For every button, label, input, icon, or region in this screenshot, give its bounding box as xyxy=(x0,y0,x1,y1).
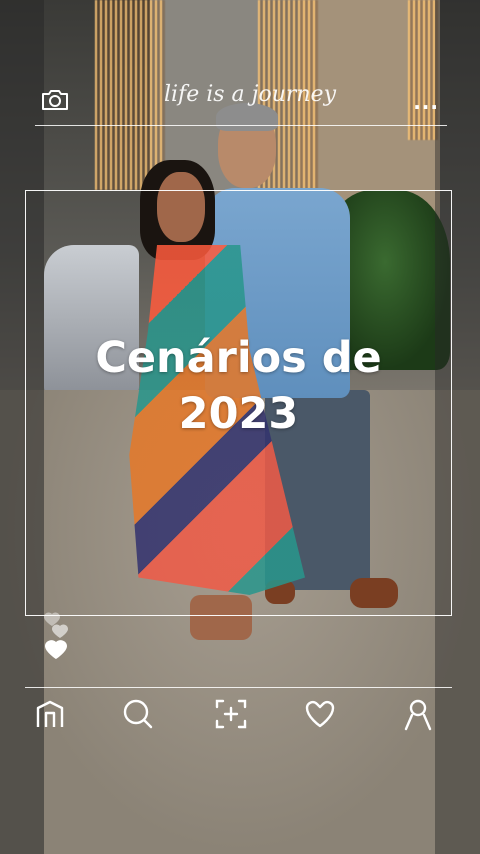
bottom-divider xyxy=(25,687,452,688)
bottom-nav xyxy=(25,697,452,737)
home-icon[interactable] xyxy=(33,697,67,731)
add-post-icon[interactable] xyxy=(214,697,248,731)
heart-icon xyxy=(44,612,60,626)
more-dots-icon[interactable]: ... xyxy=(413,90,439,114)
post-title-line1: Cenários de xyxy=(95,333,382,383)
profile-icon[interactable] xyxy=(401,697,435,731)
reaction-hearts xyxy=(38,610,78,670)
post-title: Cenários de 2023 xyxy=(25,330,452,442)
heart-icon[interactable] xyxy=(303,697,337,731)
post-title-line2: 2023 xyxy=(178,389,299,439)
brand-text: life is a journey xyxy=(163,82,337,107)
top-divider xyxy=(35,125,447,126)
top-bar: life is a journey ... xyxy=(35,80,447,125)
camera-icon[interactable] xyxy=(40,88,68,110)
search-icon[interactable] xyxy=(121,697,155,731)
heart-icon xyxy=(52,624,68,638)
heart-icon xyxy=(45,640,67,659)
